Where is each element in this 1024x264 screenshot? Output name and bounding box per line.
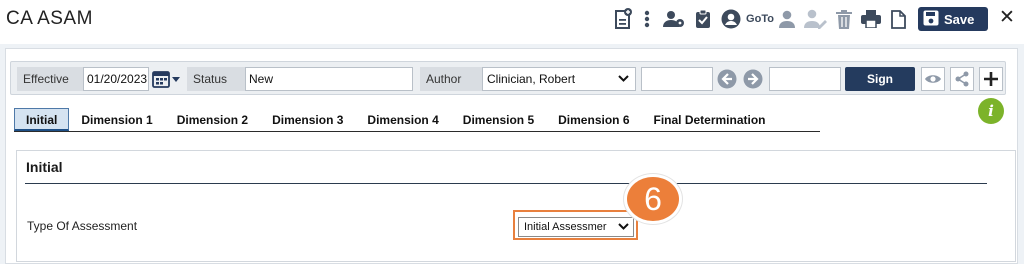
step-number-badge: 6 xyxy=(624,174,682,224)
type-of-assessment-label: Type Of Assessment xyxy=(27,219,138,233)
share-icon[interactable] xyxy=(950,67,974,91)
status-label: Status xyxy=(187,67,245,91)
add-icon[interactable] xyxy=(979,67,1003,91)
save-button[interactable]: Save xyxy=(918,7,988,31)
initial-section: Initial Type Of Assessment Initial Asses… xyxy=(16,150,1016,262)
sign-button[interactable]: Sign xyxy=(845,67,915,91)
tab-dimension-3[interactable]: Dimension 3 xyxy=(260,108,355,131)
author-value: Clinician, Robert xyxy=(487,72,576,86)
page-title: CA ASAM xyxy=(6,8,93,29)
view-eye-icon[interactable] xyxy=(921,67,945,91)
tab-bar: Initial Dimension 1 Dimension 2 Dimensio… xyxy=(14,108,820,132)
tab-dimension-2[interactable]: Dimension 2 xyxy=(165,108,260,131)
document-icon[interactable] xyxy=(889,8,907,30)
author-label: Author xyxy=(420,67,482,91)
author-select[interactable]: Clinician, Robert xyxy=(482,67,636,91)
save-icon xyxy=(923,10,939,29)
person-icon[interactable] xyxy=(778,8,796,30)
effective-date-field[interactable]: 01/20/2023 xyxy=(83,67,149,91)
more-options-icon[interactable] xyxy=(641,8,653,30)
close-button[interactable]: ✕ xyxy=(996,6,1018,30)
tab-dimension-6[interactable]: Dimension 6 xyxy=(546,108,641,131)
tab-dimension-5[interactable]: Dimension 5 xyxy=(451,108,546,131)
status-field: New xyxy=(245,67,413,91)
user-settings-icon[interactable] xyxy=(662,8,686,30)
info-icon[interactable]: i xyxy=(978,98,1004,124)
section-divider xyxy=(25,183,987,184)
blank-field-1[interactable] xyxy=(641,67,713,91)
callout-highlight-box xyxy=(513,210,638,240)
effective-label: Effective xyxy=(17,67,83,91)
goto-button[interactable]: GoTo xyxy=(745,8,775,30)
tab-dimension-4[interactable]: Dimension 4 xyxy=(355,108,450,131)
tab-initial[interactable]: Initial xyxy=(14,108,70,131)
user-edit-icon[interactable] xyxy=(804,8,828,30)
calendar-icon[interactable] xyxy=(152,70,182,88)
chevron-down-icon xyxy=(618,68,629,97)
document-header: Effective 01/20/2023 Status New Author C… xyxy=(10,61,1006,95)
title-bar: CA ASAM GoTo Save ✕ xyxy=(0,0,1024,44)
delete-icon[interactable] xyxy=(835,8,853,30)
blank-field-2[interactable] xyxy=(769,67,841,91)
section-title: Initial xyxy=(26,159,63,175)
new-document-icon[interactable] xyxy=(612,8,634,30)
account-icon[interactable] xyxy=(721,8,741,30)
print-icon[interactable] xyxy=(860,8,882,30)
save-label: Save xyxy=(944,11,975,27)
next-arrow-icon[interactable] xyxy=(743,69,763,89)
clipboard-check-icon[interactable] xyxy=(694,8,712,30)
tab-final-determination[interactable]: Final Determination xyxy=(642,108,778,131)
previous-arrow-icon[interactable] xyxy=(717,69,737,89)
tab-dimension-1[interactable]: Dimension 1 xyxy=(69,108,164,131)
